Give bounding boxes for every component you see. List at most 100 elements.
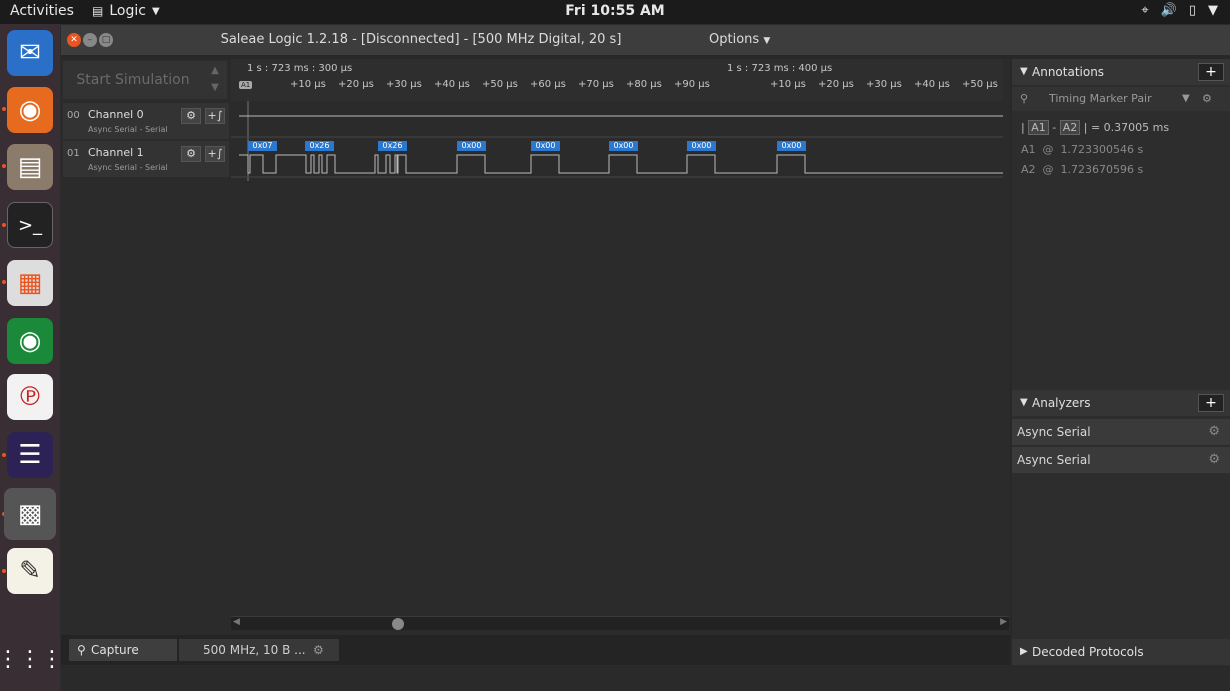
annotations-title: Annotations [1032, 65, 1105, 79]
title-bar[interactable]: ✕ – □ Saleae Logic 1.2.18 - [Disconnecte… [61, 25, 1230, 55]
chevron-down-icon: ▼ [763, 36, 771, 46]
scroll-thumb[interactable] [392, 618, 404, 630]
ruler-tick: +20 µs [818, 79, 854, 90]
calculator-icon[interactable]: ▦ [7, 260, 53, 306]
saleae-logic-window: ✕ – □ Saleae Logic 1.2.18 - [Disconnecte… [61, 25, 1230, 691]
decoded-byte-chip[interactable]: 0x26 [378, 141, 407, 151]
decoded-byte-chip[interactable]: 0x07 [248, 141, 277, 151]
terminal-icon[interactable]: >_ [7, 202, 53, 248]
capture-icon: ⚲ [77, 643, 86, 657]
marker-delta: | A1 - A2 | = 0.37005 ms [1021, 120, 1170, 135]
text-editor-icon[interactable]: ✎ [7, 548, 53, 594]
pin-icon: ⚲ [1020, 92, 1029, 105]
capture-label: Capture [91, 643, 139, 657]
chevron-down-icon: ▼ [1208, 3, 1218, 18]
marker-a2-time: A2 @ 1.723670596 s [1021, 163, 1144, 176]
show-applications-icon[interactable]: ⋮⋮⋮ [0, 636, 63, 682]
analyzers-header[interactable]: ▼ Analyzers + [1012, 390, 1230, 416]
start-simulation-button[interactable]: Start Simulation [63, 61, 203, 99]
sample-rate-label: 500 MHz, 10 B ... [203, 643, 306, 657]
analyzer-label: Async Serial [1017, 453, 1091, 467]
simulation-stepper[interactable]: ▲ ▼ [203, 61, 227, 99]
gear-icon[interactable]: ⚙ [1208, 419, 1220, 445]
channel-number: 01 [67, 148, 80, 159]
status-bar [61, 667, 1230, 691]
marker-label: A2 [1021, 163, 1036, 176]
gear-icon[interactable]: ⚙ [1208, 447, 1220, 473]
add-annotation-button[interactable]: + [1198, 63, 1224, 81]
gear-icon[interactable]: ⚙ [1202, 87, 1212, 111]
timing-marker-a1[interactable]: A1 [239, 81, 253, 89]
decoded-byte-chip[interactable]: 0x00 [609, 141, 638, 151]
expand-triangle-icon[interactable]: ▶ [1020, 639, 1028, 665]
chrome-icon[interactable]: ◉ [7, 318, 53, 364]
running-indicator [2, 453, 6, 457]
collapse-triangle-icon[interactable]: ▼ [1020, 390, 1028, 416]
window-title: Saleae Logic 1.2.18 - [Disconnected] - [… [220, 32, 622, 47]
ruler-tick: +90 µs [674, 79, 710, 90]
ruler-tick: +10 µs [770, 79, 806, 90]
capture-button[interactable]: ⚲ Capture [69, 639, 177, 661]
analyzer-item[interactable]: Async Serial ⚙ [1012, 419, 1230, 445]
volume-icon: 🔊 [1160, 3, 1177, 18]
ruler-tick: +30 µs [386, 79, 422, 90]
decoded-byte-chip[interactable]: 0x00 [687, 141, 716, 151]
running-indicator [2, 280, 6, 284]
channel-0-row[interactable]: 00 Channel 0 Async Serial - Serial ⚙ +∫ [63, 103, 229, 139]
marker-value: 1.723670596 s [1060, 163, 1144, 176]
running-indicator [2, 164, 6, 168]
clock[interactable]: Fri 10:55 AM [0, 3, 1230, 19]
ruler-tick: +70 µs [578, 79, 614, 90]
ruler-tick: +50 µs [962, 79, 998, 90]
thunderbird-icon[interactable]: ✉ [7, 30, 53, 76]
ruler-tick: +50 µs [482, 79, 518, 90]
channel-name: Channel 1 [88, 146, 144, 159]
running-indicator [2, 569, 6, 573]
scroll-left-icon[interactable]: ◀ [233, 617, 240, 627]
channel-trigger-icon[interactable]: +∫ [205, 146, 225, 162]
timing-marker-pair-row[interactable]: ⚲ Timing Marker Pair ▼ ⚙ [1012, 87, 1230, 111]
saleae-logic-icon[interactable]: ▩ [4, 488, 56, 540]
decoded-byte-chip[interactable]: 0x00 [531, 141, 560, 151]
ruler-tick: +10 µs [290, 79, 326, 90]
dock: ✉ ◉ ▤ >_ ▦ ◉ ℗ ☰ ▩ ✎ ⋮⋮⋮ [0, 24, 63, 691]
channel-settings-gear-icon[interactable]: ⚙ [181, 108, 201, 124]
eclipse-icon[interactable]: ☰ [7, 432, 53, 478]
marker-a1-time: A1 @ 1.723300546 s [1021, 143, 1144, 156]
ruler-tick: +30 µs [866, 79, 902, 90]
collapse-triangle-icon[interactable]: ▼ [1020, 59, 1028, 85]
decoded-byte-chip[interactable]: 0x00 [457, 141, 486, 151]
analyzers-title: Analyzers [1032, 396, 1091, 410]
time-ruler[interactable]: 1 s : 723 ms : 300 µs 1 s : 723 ms : 400… [231, 59, 1003, 101]
system-tray[interactable]: ⌖ 🔊 ▯ ▼ [1141, 3, 1218, 18]
add-analyzer-button[interactable]: + [1198, 394, 1224, 412]
separator: | [1083, 121, 1088, 134]
files-icon[interactable]: ▤ [7, 144, 53, 190]
running-indicator [2, 223, 6, 227]
decoded-protocols-header[interactable]: ▶ Decoded Protocols [1012, 639, 1230, 665]
gear-icon[interactable]: ⚙ [313, 639, 324, 661]
channel-1-row[interactable]: 01 Channel 1 Async Serial - Serial ⚙ +∫ [63, 141, 229, 177]
analyzer-item[interactable]: Async Serial ⚙ [1012, 447, 1230, 473]
delta-b-badge[interactable]: A2 [1059, 120, 1081, 135]
decoded-byte-chip[interactable]: 0x00 [777, 141, 806, 151]
marker-pair-label: Timing Marker Pair [1049, 92, 1152, 105]
decoded-byte-chip[interactable]: 0x26 [305, 141, 334, 151]
channel-analyzer: Async Serial - Serial [88, 163, 168, 172]
sample-rate-button[interactable]: 500 MHz, 10 B ... ⚙ [179, 639, 339, 661]
options-menu[interactable]: Options ▼ [709, 32, 770, 47]
arrow-up-icon[interactable]: ▲ [203, 65, 227, 76]
delta-a-badge[interactable]: A1 [1028, 120, 1049, 135]
annotations-header[interactable]: ▼ Annotations + [1012, 59, 1230, 85]
ruler-left-time: 1 s : 723 ms : 300 µs [247, 63, 353, 74]
scroll-right-icon[interactable]: ▶ [1000, 617, 1007, 627]
ruler-tick: +80 µs [626, 79, 662, 90]
channel-number: 00 [67, 110, 80, 121]
channel-settings-gear-icon[interactable]: ⚙ [181, 146, 201, 162]
arrow-down-icon[interactable]: ▼ [203, 82, 227, 93]
firefox-icon[interactable]: ◉ [7, 87, 53, 133]
chevron-down-icon[interactable]: ▼ [1182, 87, 1190, 111]
channel-trigger-icon[interactable]: +∫ [205, 108, 225, 124]
horizontal-scrollbar[interactable]: ◀ ▶ [231, 616, 1009, 630]
document-viewer-icon[interactable]: ℗ [7, 374, 53, 420]
